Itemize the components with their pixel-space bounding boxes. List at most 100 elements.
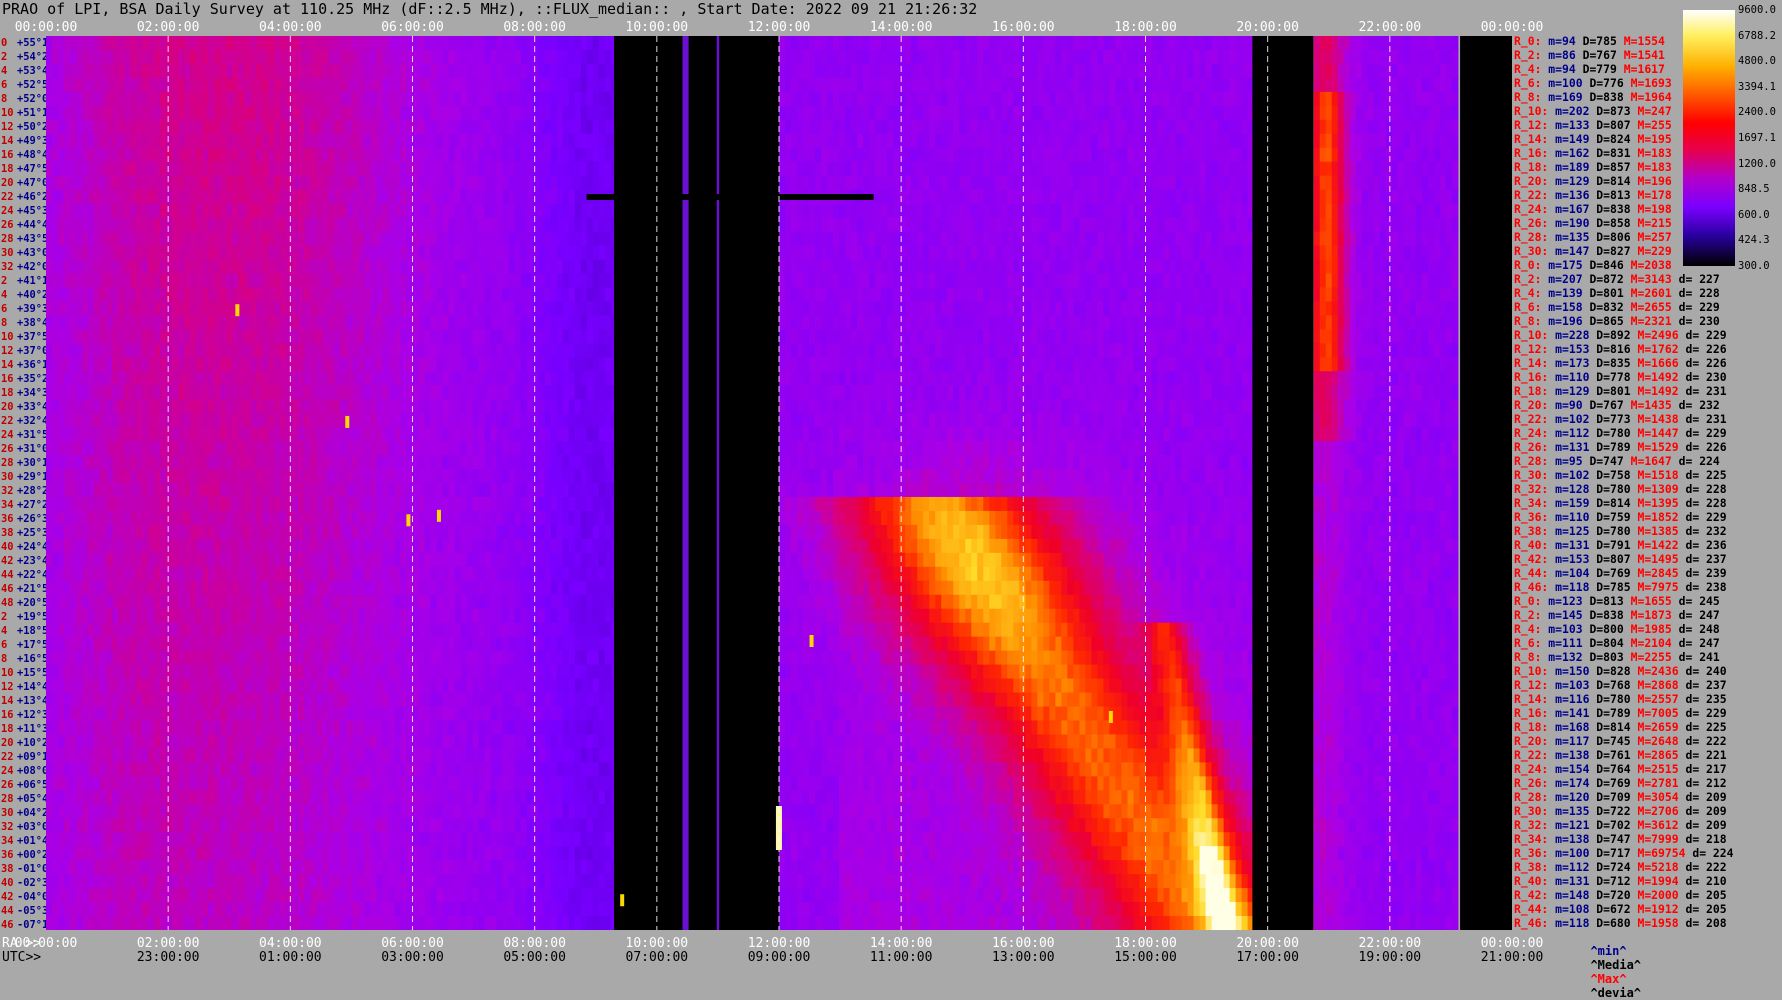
beam-index: 40 bbox=[1, 540, 14, 554]
stats-m: m=102 bbox=[1548, 412, 1589, 426]
top-axis-tick: 06:00:00 bbox=[381, 20, 444, 35]
beam-index: 28 bbox=[1, 232, 14, 246]
beam-index: 2 bbox=[1, 50, 7, 64]
stats-m: m=150 bbox=[1548, 664, 1589, 678]
stats-d: D=722 bbox=[1589, 804, 1630, 818]
utc-axis-prefix: UTC>> bbox=[2, 950, 41, 965]
stats-m: m=139 bbox=[1541, 286, 1582, 300]
top-axis-tick: 16:00:00 bbox=[992, 20, 1055, 35]
stats-row: R_24: m=167 D=838 M=198 bbox=[1514, 202, 1782, 216]
stats-mx: M=1495 bbox=[1631, 552, 1679, 566]
stats-d: D=776 bbox=[1583, 76, 1624, 90]
declination-label: 40-02°30' bbox=[0, 876, 46, 890]
beam-index: 16 bbox=[1, 708, 14, 722]
declination-label: 42-04°01' bbox=[0, 890, 46, 904]
beam-index: 8 bbox=[1, 92, 7, 106]
stats-lbl: R_28: bbox=[1514, 454, 1548, 468]
stats-m: m=100 bbox=[1541, 76, 1582, 90]
stats-d: D=779 bbox=[1576, 62, 1617, 76]
beam-index: 22 bbox=[1, 750, 14, 764]
stats-row: R_12: m=133 D=807 M=255 bbox=[1514, 118, 1782, 132]
stats-lbl: R_6: bbox=[1514, 300, 1541, 314]
stats-mx: M=1447 bbox=[1631, 426, 1679, 440]
stats-d: D=827 bbox=[1589, 244, 1630, 258]
stats-mx: M=2868 bbox=[1631, 678, 1679, 692]
declination-label: 32+28°22' bbox=[0, 484, 46, 498]
stats-mx: M=1994 bbox=[1631, 874, 1679, 888]
stats-m: m=228 bbox=[1548, 328, 1589, 342]
stats-lbl: R_18: bbox=[1514, 384, 1548, 398]
stats-d: D=831 bbox=[1589, 146, 1630, 160]
stats-d: D=672 bbox=[1589, 902, 1630, 916]
stats-lbl: R_26: bbox=[1514, 440, 1548, 454]
declination-label: 44-05°37' bbox=[0, 904, 46, 918]
stats-dd: d= 241 bbox=[1672, 650, 1720, 664]
legend-max: ^Max^ bbox=[1590, 972, 1626, 986]
stats-row: R_4: m=139 D=801 M=2601 d= 228 bbox=[1514, 286, 1782, 300]
stats-lbl: R_30: bbox=[1514, 468, 1548, 482]
stats-mx: M=1492 bbox=[1631, 384, 1679, 398]
stats-d: D=791 bbox=[1589, 538, 1630, 552]
utc-axis-tick: 17:00:00 bbox=[1236, 950, 1299, 965]
stats-dd: d= 212 bbox=[1679, 776, 1727, 790]
stats-d: D=764 bbox=[1589, 762, 1630, 776]
top-axis-tick: 08:00:00 bbox=[503, 20, 566, 35]
stats-m: m=132 bbox=[1541, 650, 1582, 664]
beam-index: 6 bbox=[1, 638, 7, 652]
stats-dd: d= 205 bbox=[1679, 902, 1727, 916]
stats-dd: d= 226 bbox=[1679, 342, 1727, 356]
stats-dd: d= 235 bbox=[1679, 692, 1727, 706]
stats-lbl: R_14: bbox=[1514, 356, 1548, 370]
utc-axis-tick: 23:00:00 bbox=[137, 950, 200, 965]
beam-index: 26 bbox=[1, 218, 14, 232]
stats-mx: M=3143 bbox=[1624, 272, 1672, 286]
stats-mx: M=2781 bbox=[1631, 776, 1679, 790]
stats-dd: d= 222 bbox=[1679, 734, 1727, 748]
stats-mx: M=2496 bbox=[1631, 328, 1679, 342]
stats-m: m=207 bbox=[1541, 272, 1582, 286]
beam-index: 28 bbox=[1, 456, 14, 470]
stats-row: R_26: m=190 D=858 M=215 bbox=[1514, 216, 1782, 230]
stats-lbl: R_24: bbox=[1514, 762, 1548, 776]
stats-m: m=90 bbox=[1548, 398, 1582, 412]
stats-m: m=94 bbox=[1541, 62, 1575, 76]
declination-label: 18+47°58' bbox=[0, 162, 46, 176]
stats-m: m=131 bbox=[1548, 538, 1589, 552]
declination-axis: 0+55°17'2+54°29'4+53°40'6+52°52'8+52°03'… bbox=[0, 36, 46, 930]
stats-m: m=116 bbox=[1548, 692, 1589, 706]
stats-d: D=780 bbox=[1589, 524, 1630, 538]
declination-label: 8+52°03' bbox=[0, 92, 46, 106]
stats-mx: M=1964 bbox=[1624, 90, 1672, 104]
ra-axis-tick: 16:00:00 bbox=[992, 936, 1055, 951]
stats-row: R_34: m=159 D=814 M=1395 d= 228 bbox=[1514, 496, 1782, 510]
stats-d: D=832 bbox=[1583, 300, 1624, 314]
data-gap bbox=[1460, 36, 1512, 930]
stats-dd: d= 229 bbox=[1679, 328, 1727, 342]
declination-label: 16+12°38' bbox=[0, 708, 46, 722]
declination-label: 2+19°53' bbox=[0, 610, 46, 624]
stats-m: m=131 bbox=[1548, 874, 1589, 888]
beam-index: 18 bbox=[1, 386, 14, 400]
stats-d: D=717 bbox=[1589, 846, 1630, 860]
beam-index: 28 bbox=[1, 792, 14, 806]
stats-lbl: R_2: bbox=[1514, 48, 1541, 62]
stats-mx: M=1435 bbox=[1624, 398, 1672, 412]
ra-axis-tick: 08:00:00 bbox=[503, 936, 566, 951]
utc-axis-tick: 21:00:00 bbox=[1481, 950, 1544, 965]
stats-lbl: R_10: bbox=[1514, 328, 1548, 342]
utc-axis-tick: 19:00:00 bbox=[1359, 950, 1422, 965]
stats-d: D=724 bbox=[1589, 860, 1630, 874]
stats-m: m=189 bbox=[1548, 160, 1589, 174]
stats-mx: M=2255 bbox=[1624, 650, 1672, 664]
stats-row: R_16: m=141 D=789 M=7005 d= 229 bbox=[1514, 706, 1782, 720]
heatmap-plot bbox=[46, 36, 1512, 930]
stats-row: R_30: m=135 D=722 M=2706 d= 209 bbox=[1514, 804, 1782, 818]
top-axis-tick: 02:00:00 bbox=[137, 20, 200, 35]
declination-label: 24+31°56' bbox=[0, 428, 46, 442]
beam-index: 32 bbox=[1, 820, 14, 834]
declination-label: 14+49°38' bbox=[0, 134, 46, 148]
legend-median: ^Media^ bbox=[1590, 958, 1641, 972]
stats-mx: M=198 bbox=[1631, 202, 1672, 216]
stats-row: R_44: m=104 D=769 M=2845 d= 239 bbox=[1514, 566, 1782, 580]
utc-axis-tick: 09:00:00 bbox=[748, 950, 811, 965]
